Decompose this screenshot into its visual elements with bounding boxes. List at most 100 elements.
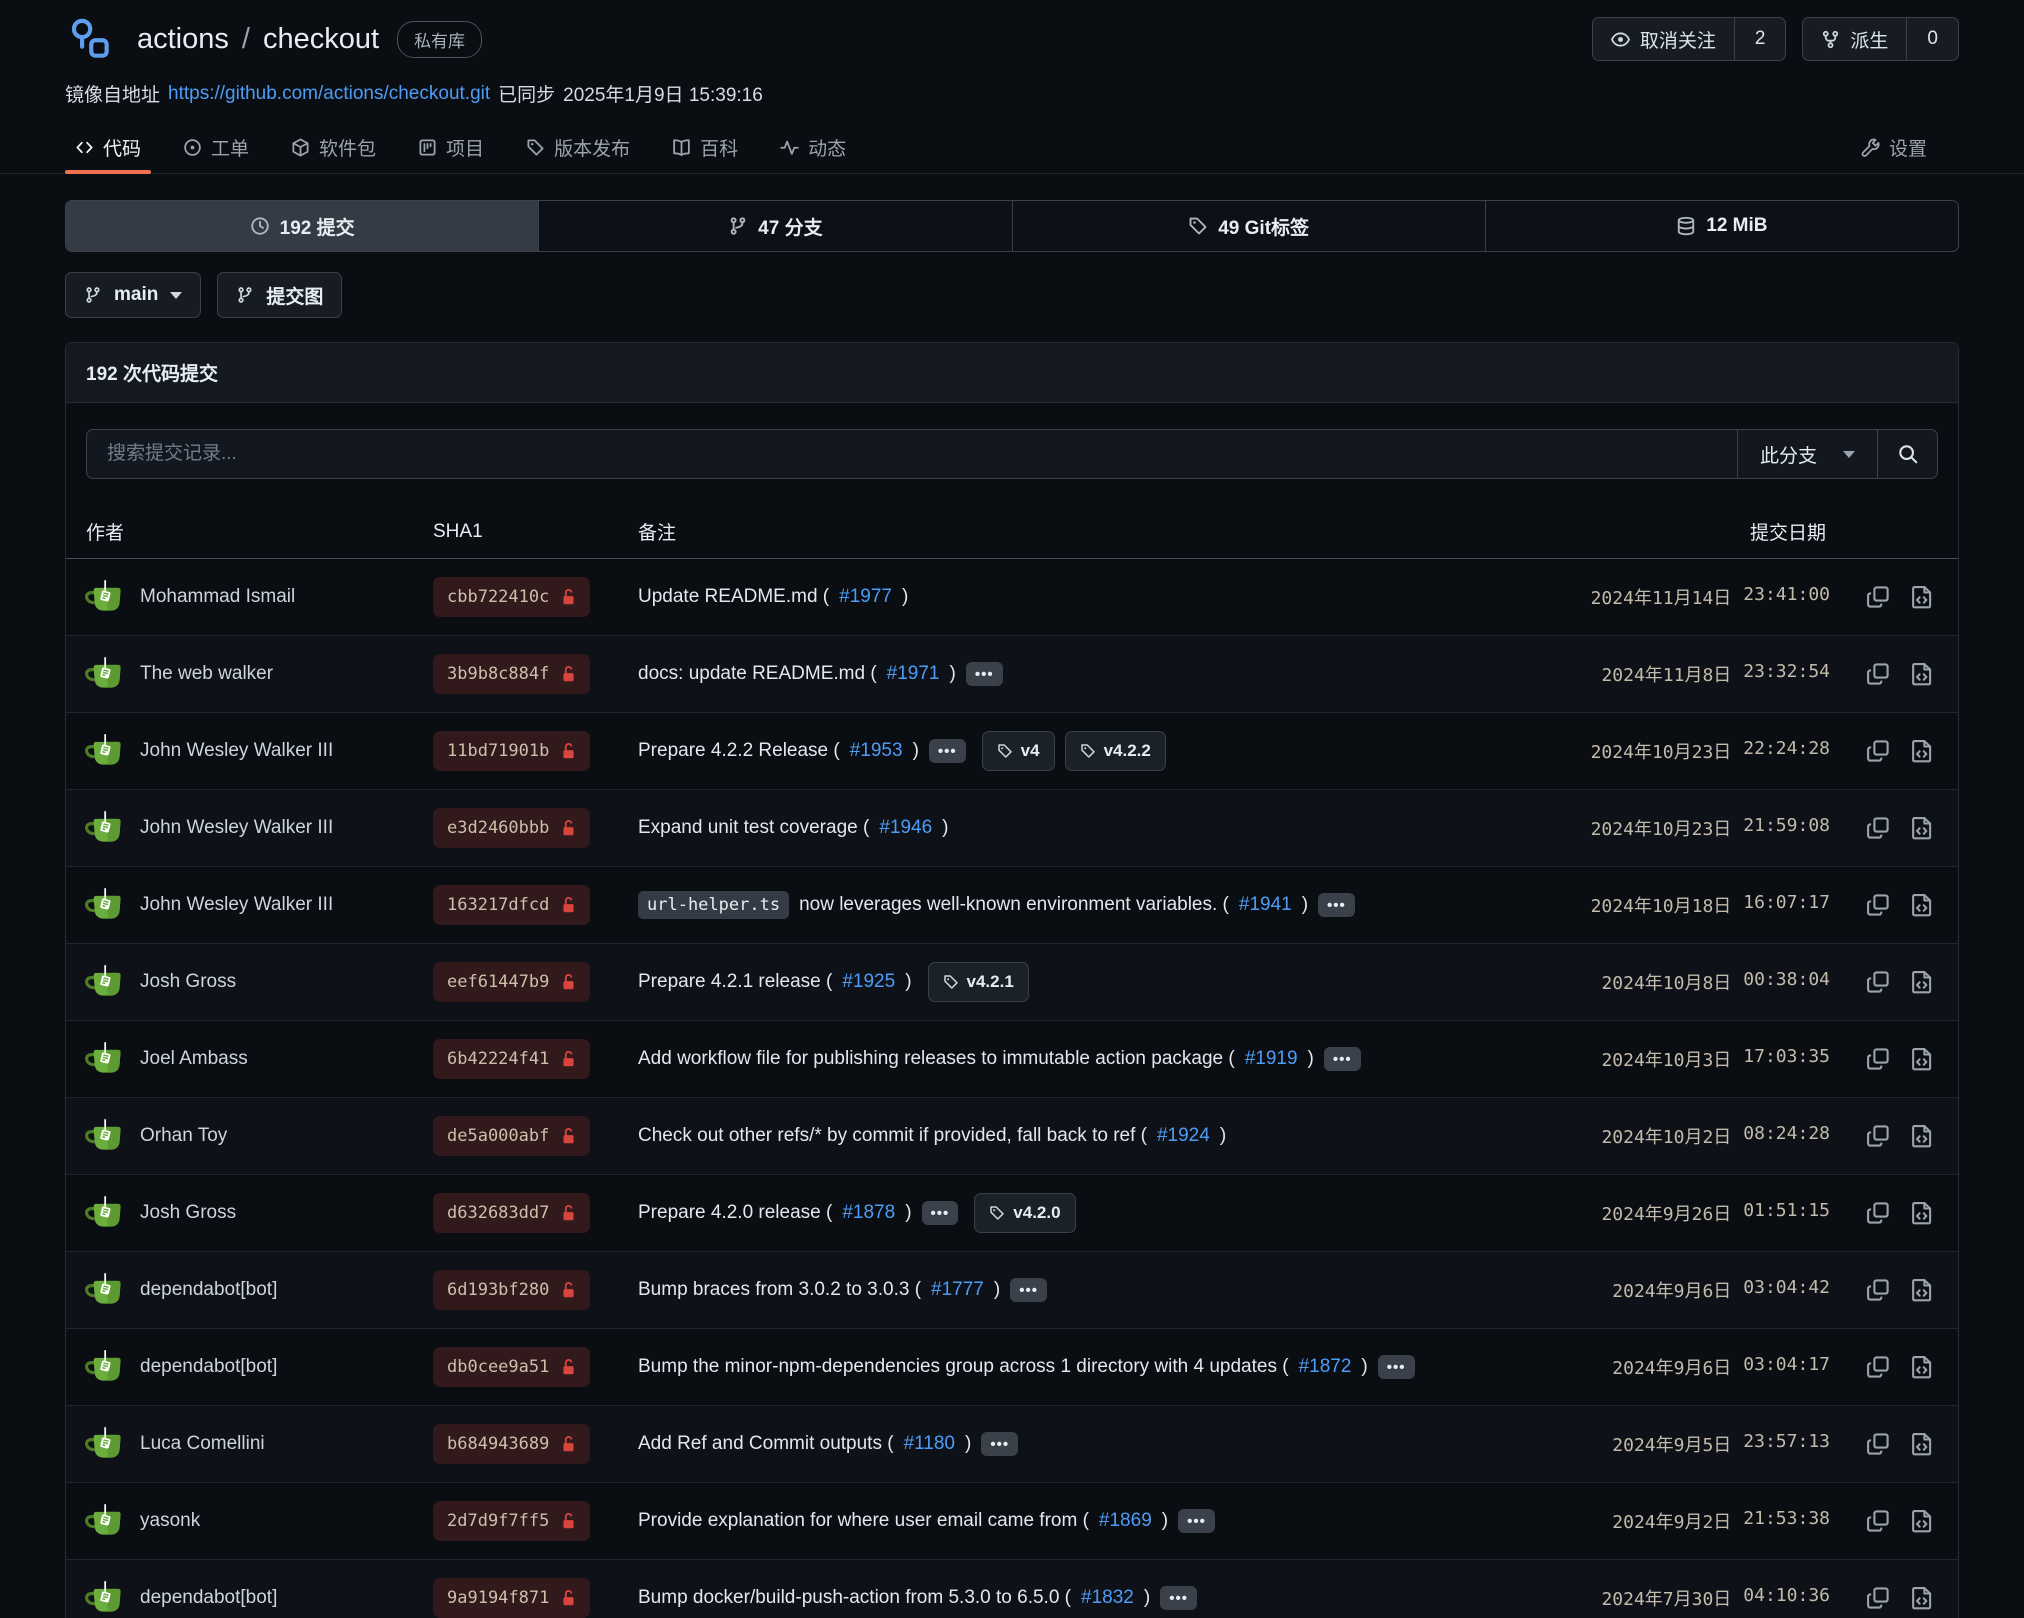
pr-link[interactable]: #1832 xyxy=(1081,1587,1134,1609)
copy-sha-button[interactable] xyxy=(1866,1201,1890,1225)
repo-link[interactable]: checkout xyxy=(263,23,379,56)
sha-badge[interactable]: 6b42224f41 xyxy=(433,1039,590,1079)
tab-projects[interactable]: 项目 xyxy=(408,121,494,173)
pr-link[interactable]: #1180 xyxy=(904,1433,955,1455)
pr-link[interactable]: #1872 xyxy=(1299,1356,1352,1378)
owner-link[interactable]: actions xyxy=(137,23,229,56)
pr-link[interactable]: #1953 xyxy=(850,740,903,762)
author-name[interactable]: John Wesley Walker III xyxy=(140,740,333,762)
tab-code[interactable]: 代码 xyxy=(65,121,151,173)
sha-badge[interactable]: 9a9194f871 xyxy=(433,1578,590,1618)
tab-wiki[interactable]: 百科 xyxy=(662,121,748,173)
commit-message[interactable]: Add workflow file for publishing release… xyxy=(638,1048,1235,1070)
copy-sha-button[interactable] xyxy=(1866,1278,1890,1302)
commit-message[interactable]: Prepare 4.2.2 Release ( xyxy=(638,740,840,762)
stat-tags[interactable]: 49 Git标签 xyxy=(1012,201,1485,251)
expand-commit-button[interactable]: ••• xyxy=(1010,1278,1047,1302)
pr-link[interactable]: #1925 xyxy=(842,971,895,993)
pr-link[interactable]: #1971 xyxy=(887,663,940,685)
sha-badge[interactable]: d632683dd7 xyxy=(433,1193,590,1233)
copy-sha-button[interactable] xyxy=(1866,970,1890,994)
sha-badge[interactable]: 6d193bf280 xyxy=(433,1270,590,1310)
copy-sha-button[interactable] xyxy=(1866,1432,1890,1456)
author-name[interactable]: Josh Gross xyxy=(140,971,236,993)
copy-sha-button[interactable] xyxy=(1866,585,1890,609)
expand-commit-button[interactable]: ••• xyxy=(1378,1355,1415,1379)
commit-message[interactable]: docs: update README.md ( xyxy=(638,663,877,685)
stat-size[interactable]: 12 MiB xyxy=(1485,201,1958,251)
search-button[interactable] xyxy=(1877,430,1937,478)
stat-commits[interactable]: 192 提交 xyxy=(66,201,538,251)
view-source-button[interactable] xyxy=(1910,739,1934,763)
copy-sha-button[interactable] xyxy=(1866,739,1890,763)
version-tag-button[interactable]: v4.2.0 xyxy=(974,1193,1075,1233)
commit-message[interactable]: Bump docker/build-push-action from 5.3.0… xyxy=(638,1587,1071,1609)
view-source-button[interactable] xyxy=(1910,585,1934,609)
expand-commit-button[interactable]: ••• xyxy=(929,739,966,763)
pr-link[interactable]: #1924 xyxy=(1157,1125,1210,1147)
copy-sha-button[interactable] xyxy=(1866,816,1890,840)
commit-graph-button[interactable]: 提交图 xyxy=(217,272,342,318)
view-source-button[interactable] xyxy=(1910,1586,1934,1610)
version-tag-button[interactable]: v4 xyxy=(982,731,1055,771)
unwatch-button[interactable]: 取消关注 2 xyxy=(1592,17,1787,61)
view-source-button[interactable] xyxy=(1910,1509,1934,1533)
view-source-button[interactable] xyxy=(1910,1278,1934,1302)
commit-message[interactable]: Provide explanation for where user email… xyxy=(638,1510,1089,1532)
author-name[interactable]: The web walker xyxy=(140,663,273,685)
fork-button[interactable]: 派生 0 xyxy=(1802,17,1959,61)
commit-message[interactable]: Add Ref and Commit outputs ( xyxy=(638,1433,894,1455)
pr-link[interactable]: #1977 xyxy=(839,586,892,608)
pr-link[interactable]: #1941 xyxy=(1239,894,1292,916)
commit-message[interactable]: Check out other refs/* by commit if prov… xyxy=(638,1125,1147,1147)
copy-sha-button[interactable] xyxy=(1866,1509,1890,1533)
expand-commit-button[interactable]: ••• xyxy=(1178,1509,1215,1533)
author-name[interactable]: Orhan Toy xyxy=(140,1125,227,1147)
author-name[interactable]: yasonk xyxy=(140,1510,200,1532)
branch-filter-dropdown[interactable]: 此分支 xyxy=(1737,430,1877,478)
commit-message[interactable]: Expand unit test coverage ( xyxy=(638,817,869,839)
commit-message[interactable]: Bump braces from 3.0.2 to 3.0.3 ( xyxy=(638,1279,921,1301)
branch-selector[interactable]: main xyxy=(65,272,201,318)
stat-branches[interactable]: 47 分支 xyxy=(538,201,1011,251)
view-source-button[interactable] xyxy=(1910,816,1934,840)
author-name[interactable]: dependabot[bot] xyxy=(140,1279,277,1301)
expand-commit-button[interactable]: ••• xyxy=(1160,1586,1197,1610)
pr-link[interactable]: #1777 xyxy=(931,1279,984,1301)
commit-message[interactable]: Prepare 4.2.1 release ( xyxy=(638,971,832,993)
sha-badge[interactable]: de5a000abf xyxy=(433,1116,590,1156)
author-name[interactable]: John Wesley Walker III xyxy=(140,817,333,839)
commit-message[interactable]: Update README.md ( xyxy=(638,586,829,608)
pr-link[interactable]: #1878 xyxy=(842,1202,895,1224)
view-source-button[interactable] xyxy=(1910,893,1934,917)
copy-sha-button[interactable] xyxy=(1866,893,1890,917)
copy-sha-button[interactable] xyxy=(1866,1586,1890,1610)
author-name[interactable]: Luca Comellini xyxy=(140,1433,265,1455)
view-source-button[interactable] xyxy=(1910,1201,1934,1225)
author-name[interactable]: John Wesley Walker III xyxy=(140,894,333,916)
author-name[interactable]: Joel Ambass xyxy=(140,1048,248,1070)
commit-message[interactable]: Prepare 4.2.0 release ( xyxy=(638,1202,832,1224)
view-source-button[interactable] xyxy=(1910,1124,1934,1148)
watch-count[interactable]: 2 xyxy=(1734,18,1786,60)
tab-releases[interactable]: 版本发布 xyxy=(516,121,640,173)
pr-link[interactable]: #1919 xyxy=(1245,1048,1298,1070)
fork-count[interactable]: 0 xyxy=(1906,18,1958,60)
commit-message[interactable]: Bump the minor-npm-dependencies group ac… xyxy=(638,1356,1289,1378)
expand-commit-button[interactable]: ••• xyxy=(922,1201,959,1225)
search-input[interactable] xyxy=(87,430,1737,478)
expand-commit-button[interactable]: ••• xyxy=(1324,1047,1361,1071)
expand-commit-button[interactable]: ••• xyxy=(966,662,1003,686)
sha-badge[interactable]: b684943689 xyxy=(433,1424,590,1464)
tab-packages[interactable]: 软件包 xyxy=(281,121,386,173)
author-name[interactable]: dependabot[bot] xyxy=(140,1356,277,1378)
view-source-button[interactable] xyxy=(1910,1047,1934,1071)
author-name[interactable]: dependabot[bot] xyxy=(140,1587,277,1609)
sha-badge[interactable]: 2d7d9f7ff5 xyxy=(433,1501,590,1541)
copy-sha-button[interactable] xyxy=(1866,1355,1890,1379)
tab-issues[interactable]: 工单 xyxy=(173,121,259,173)
copy-sha-button[interactable] xyxy=(1866,1124,1890,1148)
view-source-button[interactable] xyxy=(1910,1355,1934,1379)
sha-badge[interactable]: db0cee9a51 xyxy=(433,1347,590,1387)
sha-badge[interactable]: 11bd71901b xyxy=(433,731,590,771)
